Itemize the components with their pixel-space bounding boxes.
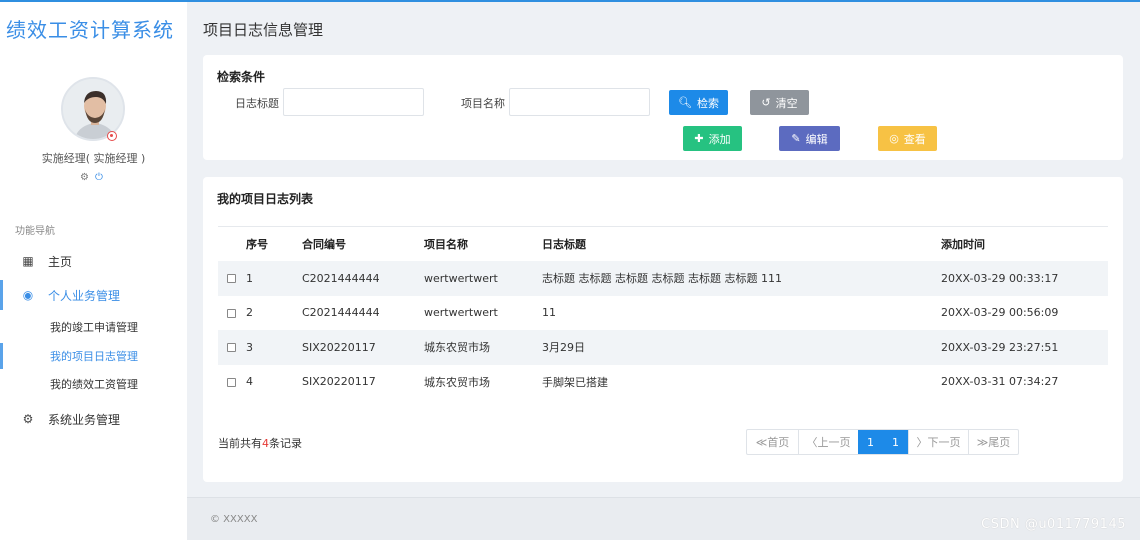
grid-icon: ▦ (22, 254, 34, 268)
cell-no: 4 (246, 375, 253, 389)
record-count-prefix: 当前共有 (218, 437, 262, 450)
cell-time: 20XX-03-29 23:27:51 (941, 330, 1108, 365)
view-button-label: 查看 (903, 132, 926, 146)
last-page-button[interactable]: ≫尾页 (968, 430, 1018, 454)
cell-project: 城东农贸市场 (424, 375, 490, 389)
cell-project: wertwertwert (424, 261, 542, 296)
watermark: CSDN @u011779145 (981, 517, 1126, 532)
sidebar-item-label: 个人业务管理 (48, 288, 121, 303)
header-checkbox-col (218, 227, 246, 261)
cell-contract: C2021444444 (302, 261, 424, 296)
log-table: 序号 合同编号 项目名称 日志标题 添加时间 1 C2021444444 wer… (218, 227, 1108, 399)
sidebar-item-personal[interactable]: ◉ 个人业务管理 (0, 280, 187, 310)
sidebar-subitem-project-log[interactable]: 我的项目日志管理 (0, 343, 187, 369)
table-row[interactable]: 2 C2021444444 wertwertwert 11 20XX-03-29… (218, 296, 1108, 331)
cell-no: 3 (246, 330, 302, 365)
column-header: 日志标题 (542, 238, 586, 251)
user-tools: ⚙ ⏻ (80, 172, 103, 183)
log-title-label: 日志标题 (235, 97, 279, 110)
cell-log-title: 3月29日 (542, 330, 941, 365)
cell-contract: C2021444444 (302, 306, 380, 320)
row-checkbox[interactable] (227, 274, 236, 284)
user-role: 实施经理( 实施经理 ) (41, 152, 146, 165)
cell-log-title: 11 (542, 306, 556, 320)
sidebar: 绩效工资计算系统 实施经理( 实施经理 ) ⚙ ⏻ 功能导航 ▦ 主页 ◉ 个人… (0, 2, 187, 540)
copyright: © XXXXX (210, 514, 258, 525)
sidebar-item-home[interactable]: ▦ 主页 (0, 246, 187, 276)
sidebar-item-label: 主页 (48, 254, 73, 269)
page-title: 项目日志信息管理 (203, 21, 324, 39)
record-count: 当前共有4条记录 (218, 435, 302, 451)
status-badge (107, 131, 117, 141)
page-number-button[interactable]: 1 (883, 430, 908, 454)
add-button[interactable]: ✚ 添加 (683, 126, 742, 151)
list-panel: 我的项目日志列表 序号 合同编号 项目名称 日志标题 添加时间 1 C20214… (203, 177, 1123, 482)
table-row[interactable]: 4 SIX20220117 城东农贸市场 手脚架已搭建 20XX-03-31 0… (218, 365, 1108, 400)
clear-button-label: 清空 (775, 96, 798, 110)
row-checkbox[interactable] (227, 377, 236, 387)
log-title-input[interactable] (283, 88, 424, 116)
edit-icon: ✎ (791, 132, 801, 145)
cell-time: 20XX-03-29 00:56:09 (941, 306, 1059, 320)
column-header: 项目名称 (424, 238, 468, 251)
sidebar-subitem-salary[interactable]: 我的绩效工资管理 (0, 371, 187, 397)
nav-title: 功能导航 (15, 226, 55, 237)
edit-button[interactable]: ✎ 编辑 (779, 126, 840, 151)
first-page-button[interactable]: ≪首页 (747, 430, 798, 454)
sidebar-item-system[interactable]: ⚙ 系统业务管理 (0, 404, 187, 434)
cell-time: 20XX-03-31 07:34:27 (941, 375, 1059, 389)
row-checkbox[interactable] (227, 343, 236, 353)
sidebar-item-label: 系统业务管理 (48, 412, 121, 427)
search-icon: 🔍︎ (678, 96, 692, 109)
add-button-label: 添加 (708, 132, 731, 146)
undo-icon: ↺ (761, 96, 771, 109)
power-icon[interactable]: ⏻ (95, 172, 103, 183)
search-panel-title: 检索条件 (217, 70, 266, 84)
list-panel-title: 我的项目日志列表 (217, 192, 314, 206)
record-count-number: 4 (262, 437, 269, 450)
page-number-button[interactable]: 1 (858, 430, 883, 454)
record-count-suffix: 条记录 (269, 437, 302, 450)
cell-log-title: 手脚架已搭建 (542, 375, 608, 389)
app-logo: 绩效工资计算系统 (6, 18, 174, 42)
project-name-input[interactable] (509, 88, 650, 116)
plus-icon: ✚ (694, 132, 704, 145)
cell-time: 20XX-03-29 00:33:17 (941, 261, 1108, 296)
sidebar-subitem-completion[interactable]: 我的竣工申请管理 (0, 314, 187, 340)
prev-page-button[interactable]: 〈上一页 (798, 430, 858, 454)
clear-button[interactable]: ↺ 清空 (750, 90, 809, 115)
footer: © XXXXX CSDN @u011779145 (187, 497, 1140, 540)
eye-icon: ◎ (889, 132, 899, 145)
column-header: 添加时间 (941, 238, 985, 251)
search-button-label: 检索 (696, 96, 719, 110)
cell-project: wertwertwert (424, 306, 498, 320)
cell-contract: SIX20220117 (302, 330, 424, 365)
cell-log-title: 志标题 志标题 志标题 志标题 志标题 志标题 111 (542, 261, 941, 296)
search-button[interactable]: 🔍︎ 检索 (669, 90, 728, 115)
cell-project: 城东农贸市场 (424, 330, 542, 365)
search-panel: 检索条件 日志标题 项目名称 🔍︎ 检索 ↺ 清空 ✚ 添加 ✎ 编辑 ◎ 查看 (203, 55, 1123, 160)
column-header: 合同编号 (302, 238, 346, 251)
cell-no: 1 (246, 261, 302, 296)
user-circle-icon: ◉ (22, 288, 34, 302)
gear-icon[interactable]: ⚙ (80, 172, 89, 183)
column-header: 序号 (246, 238, 268, 251)
view-button[interactable]: ◎ 查看 (878, 126, 937, 151)
cell-contract: SIX20220117 (302, 375, 376, 389)
table-header-row: 序号 合同编号 项目名称 日志标题 添加时间 (218, 227, 1108, 261)
edit-button-label: 编辑 (805, 132, 828, 146)
project-name-label: 项目名称 (461, 97, 505, 110)
row-checkbox[interactable] (227, 308, 236, 318)
cell-no: 2 (246, 306, 253, 320)
cogs-icon: ⚙ (22, 412, 34, 426)
next-page-button[interactable]: 〉下一页 (908, 430, 968, 454)
pagination: ≪首页 〈上一页 1 1 〉下一页 ≫尾页 (746, 429, 1019, 455)
table-row[interactable]: 1 C2021444444 wertwertwert 志标题 志标题 志标题 志… (218, 261, 1108, 296)
table-row[interactable]: 3 SIX20220117 城东农贸市场 3月29日 20XX-03-29 23… (218, 330, 1108, 365)
